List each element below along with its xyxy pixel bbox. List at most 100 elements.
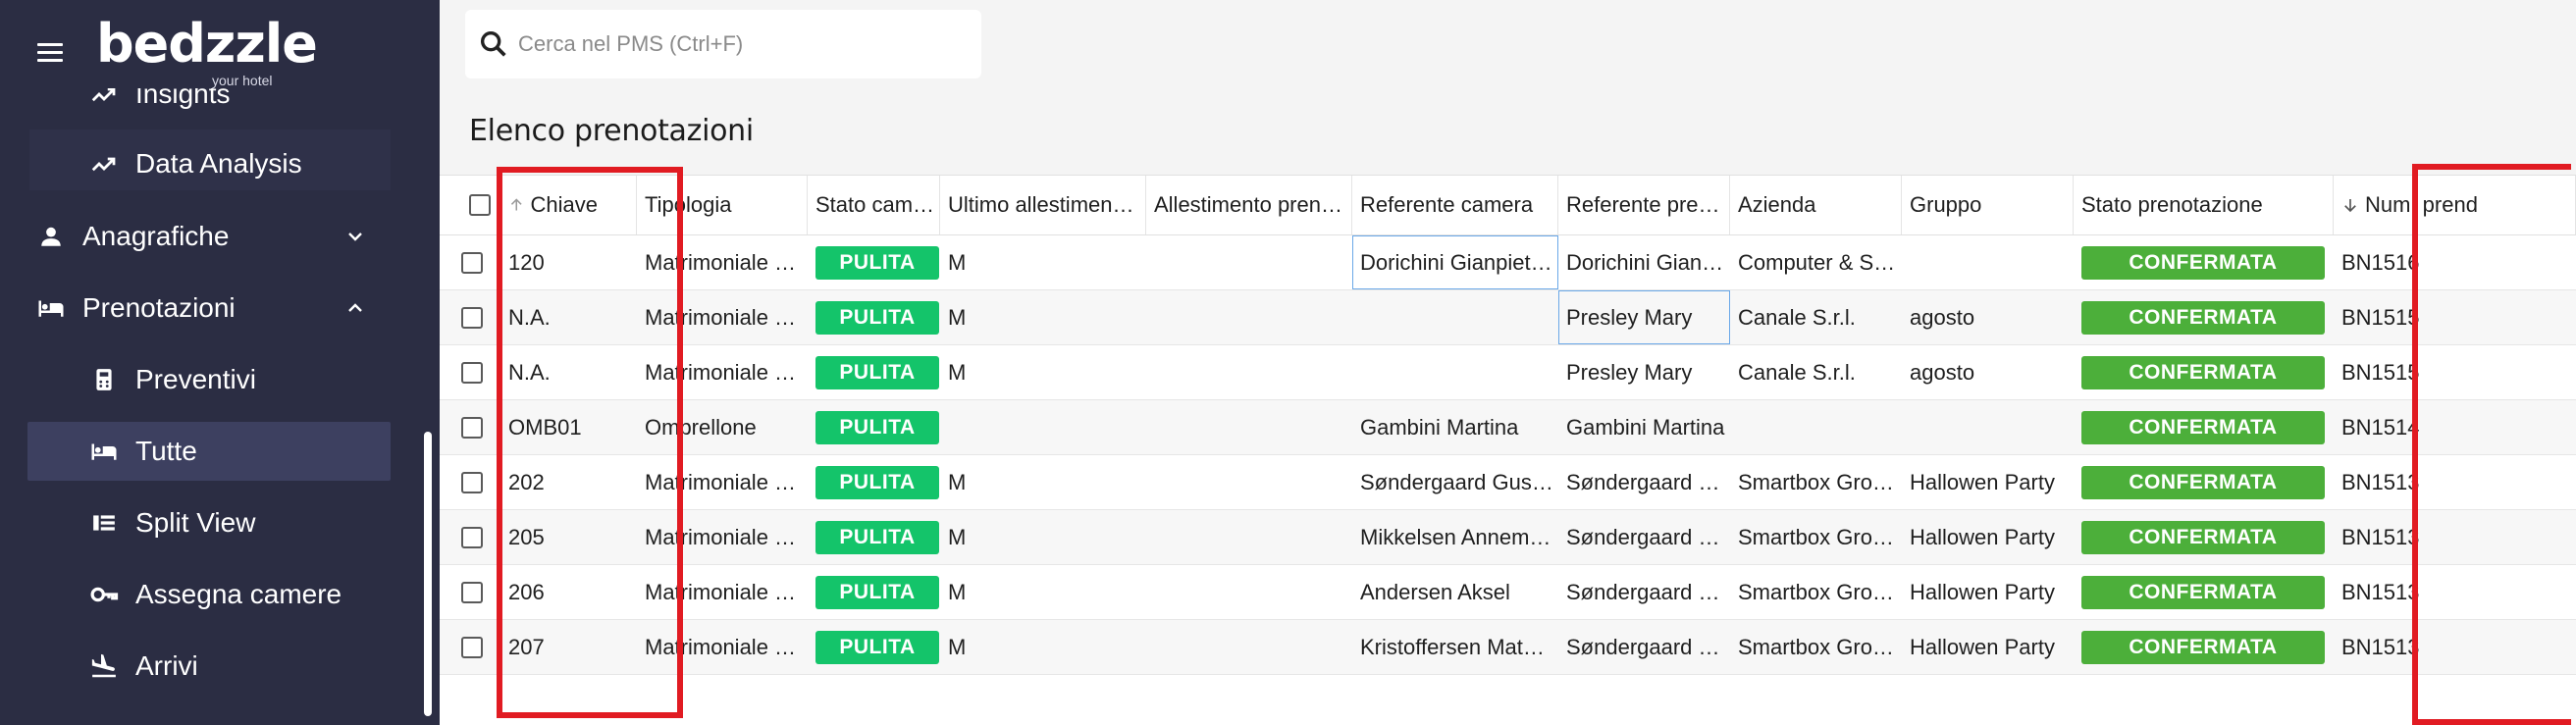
sidebar-item-assegna-camere[interactable]: Assegna camere [27,565,391,624]
cell-chiave[interactable]: 206 [500,565,637,619]
cell-allestimento-pren[interactable] [1146,620,1352,674]
cell-ultimo-allestimento[interactable]: M [940,455,1146,509]
cell-stato-prenotazione[interactable]: CONFERMATA [2074,290,2334,344]
table-row[interactable]: 202 Matrimoniale … PULITA M Søndergaard Gus…… [440,455,2576,510]
cell-tipologia[interactable]: Matrimoniale … [637,290,808,344]
cell-referente-prenot[interactable]: Søndergaard Gus… [1558,455,1730,509]
column-header-gruppo[interactable]: Gruppo [1902,176,2074,234]
cell-stato-prenotazione[interactable]: CONFERMATA [2074,400,2334,454]
cell-num-pren[interactable]: BN1514 [2334,400,2576,454]
cell-stato-camera[interactable]: PULITA [808,290,940,344]
cell-referente-camera[interactable]: Kristoffersen Mat… [1352,620,1558,674]
table-row[interactable]: 207 Matrimoniale … PULITA M Kristoffersen Ma… [440,620,2576,675]
cell-stato-prenotazione[interactable]: CONFERMATA [2074,565,2334,619]
table-row[interactable]: 206 Matrimoniale … PULITA M Andersen Aksel Sø… [440,565,2576,620]
cell-referente-camera[interactable]: Mikkelsen Annem… [1352,510,1558,564]
cell-allestimento-pren[interactable] [1146,400,1352,454]
cell-chiave[interactable]: OMB01 [500,400,637,454]
cell-stato-prenotazione[interactable]: CONFERMATA [2074,620,2334,674]
cell-stato-camera[interactable]: PULITA [808,565,940,619]
cell-tipologia[interactable]: Ombrellone [637,400,808,454]
cell-allestimento-pren[interactable] [1146,290,1352,344]
cell-stato-camera[interactable]: PULITA [808,400,940,454]
cell-referente-camera[interactable]: Gambini Martina [1352,400,1558,454]
row-checkbox[interactable] [461,581,483,603]
select-all-checkbox[interactable] [469,194,491,216]
column-header-azienda[interactable]: Azienda [1730,176,1902,234]
cell-ultimo-allestimento[interactable]: M [940,620,1146,674]
row-checkbox[interactable] [461,306,483,329]
cell-referente-camera[interactable]: Søndergaard Gus… [1352,455,1558,509]
sidebar-item-preventivi[interactable]: Preventivi [27,350,391,409]
menu-icon[interactable] [37,43,63,63]
sidebar-item-split-view[interactable]: Split View [27,493,391,552]
cell-gruppo[interactable]: Hallowen Party [1902,565,2074,619]
cell-stato-prenotazione[interactable]: CONFERMATA [2074,235,2334,289]
cell-stato-camera[interactable]: PULITA [808,455,940,509]
table-row[interactable]: 120 Matrimoniale … PULITA M Dorichini Gianpi… [440,235,2576,290]
cell-gruppo[interactable] [1902,400,2074,454]
sidebar-item-prenotazioni[interactable]: Prenotazioni [27,279,391,337]
cell-azienda[interactable]: Smartbox Gro… [1730,565,1902,619]
cell-chiave[interactable]: 202 [500,455,637,509]
sidebar-item-anagrafiche[interactable]: Anagrafiche [27,207,391,266]
cell-stato-prenotazione[interactable]: CONFERMATA [2074,510,2334,564]
table-row[interactable]: OMB01 Ombrellone PULITA Gambini Martina Gamb… [440,400,2576,455]
row-checkbox[interactable] [461,251,483,274]
cell-num-pren[interactable]: BN1513 [2334,455,2576,509]
app-logo[interactable]: bedzzle your hotel [96,14,318,89]
cell-azienda[interactable]: Smartbox Gro… [1730,455,1902,509]
cell-referente-camera[interactable] [1352,290,1558,344]
cell-chiave[interactable]: N.A. [500,345,637,399]
row-checkbox[interactable] [461,416,483,439]
cell-stato-camera[interactable]: PULITA [808,510,940,564]
column-header-ultimo-allestimento[interactable]: Ultimo allestimen… [940,176,1146,234]
column-header-referente-camera[interactable]: Referente camera [1352,176,1558,234]
cell-ultimo-allestimento[interactable]: M [940,345,1146,399]
cell-referente-prenot[interactable]: Presley Mary [1558,345,1730,399]
cell-gruppo[interactable]: Hallowen Party [1902,510,2074,564]
column-header-chiave[interactable]: Chiave [500,176,637,234]
cell-ultimo-allestimento[interactable]: M [940,290,1146,344]
sidebar-item-tutte[interactable]: Tutte [27,422,391,481]
search-input[interactable] [518,31,960,57]
cell-referente-prenot[interactable]: Presley Mary [1558,290,1730,344]
table-row[interactable]: N.A. Matrimoniale … PULITA M Presley Mary Can… [440,290,2576,345]
arrow-down-icon[interactable] [2341,195,2359,215]
cell-referente-camera[interactable] [1352,345,1558,399]
cell-tipologia[interactable]: Matrimoniale … [637,565,808,619]
column-header-allestimento-pren[interactable]: Allestimento pren… [1146,176,1352,234]
cell-ultimo-allestimento[interactable] [940,400,1146,454]
cell-gruppo[interactable]: agosto [1902,345,2074,399]
cell-allestimento-pren[interactable] [1146,345,1352,399]
cell-azienda[interactable]: Smartbox Gro… [1730,510,1902,564]
cell-allestimento-pren[interactable] [1146,455,1352,509]
cell-referente-prenot[interactable]: Gambini Martina [1558,400,1730,454]
sidebar-scrollbar[interactable] [424,432,432,716]
row-checkbox[interactable] [461,361,483,384]
cell-tipologia[interactable]: Matrimoniale … [637,455,808,509]
sidebar-item-arrivi[interactable]: Arrivi [27,637,391,696]
cell-azienda[interactable]: Canale S.r.l. [1730,290,1902,344]
column-header-stato-camera[interactable]: Stato cam… [808,176,940,234]
cell-referente-prenot[interactable]: Søndergaard Gus… [1558,510,1730,564]
column-header-tipologia[interactable]: Tipologia [637,176,808,234]
sidebar-item-data-analysis[interactable]: Data Analysis [27,134,391,193]
cell-tipologia[interactable]: Matrimoniale … [637,235,808,289]
cell-tipologia[interactable]: Matrimoniale … [637,345,808,399]
cell-ultimo-allestimento[interactable]: M [940,235,1146,289]
cell-referente-camera[interactable]: Dorichini Gianpiet… [1352,235,1558,289]
cell-referente-prenot[interactable]: Søndergaard Gus… [1558,565,1730,619]
cell-num-pren[interactable]: BN1515 [2334,290,2576,344]
cell-allestimento-pren[interactable] [1146,510,1352,564]
cell-referente-camera[interactable]: Andersen Aksel [1352,565,1558,619]
cell-azienda[interactable] [1730,400,1902,454]
cell-num-pren[interactable]: BN1513 [2334,620,2576,674]
cell-chiave[interactable]: N.A. [500,290,637,344]
cell-stato-prenotazione[interactable]: CONFERMATA [2074,345,2334,399]
cell-tipologia[interactable]: Matrimoniale … [637,620,808,674]
cell-tipologia[interactable]: Matrimoniale … [637,510,808,564]
cell-num-pren[interactable]: BN1516 [2334,235,2576,289]
table-row[interactable]: N.A. Matrimoniale … PULITA M Presley Mary Can… [440,345,2576,400]
cell-num-pren[interactable]: BN1513 [2334,565,2576,619]
